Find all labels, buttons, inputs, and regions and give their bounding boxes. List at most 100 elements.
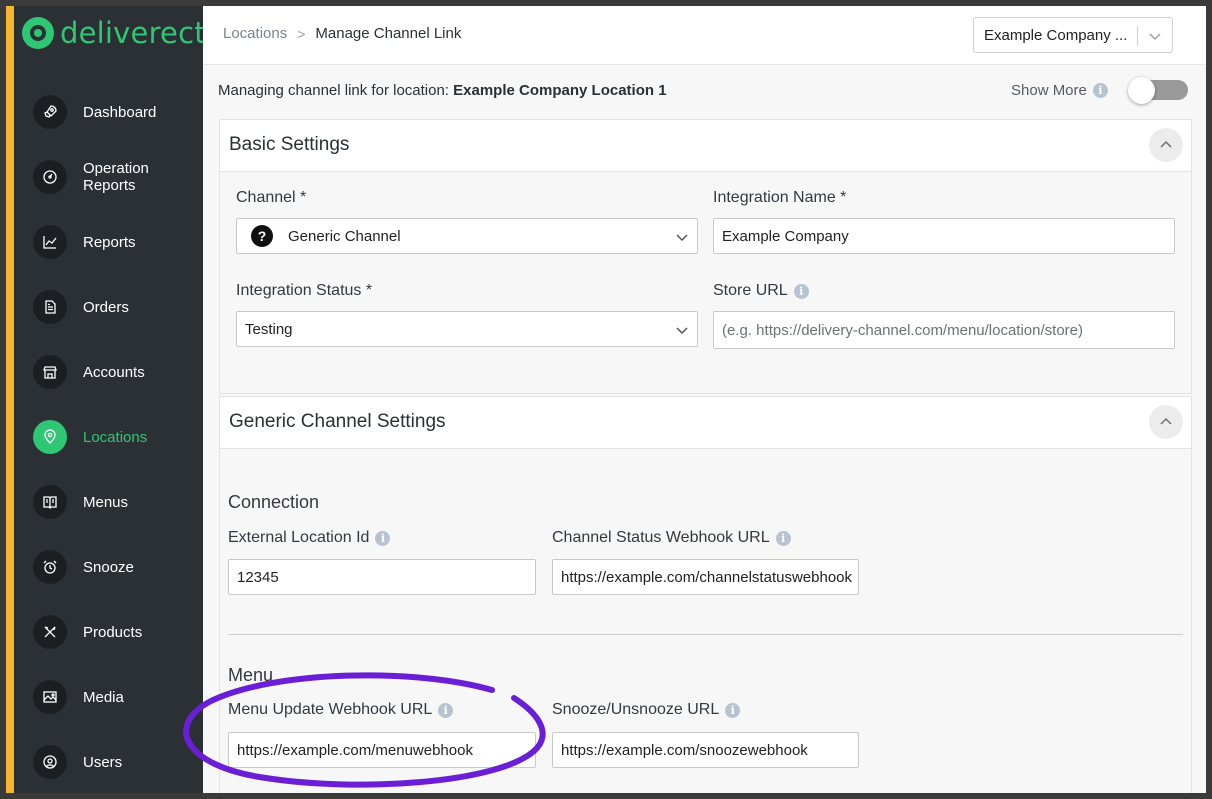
menu-update-webhook-label: Menu Update Webhook URL i	[228, 701, 454, 719]
generic-settings-header[interactable]: Generic Channel Settings	[220, 397, 1191, 449]
sidebar-item-locations[interactable]: Locations	[33, 420, 198, 454]
external-location-id-value: 12345	[237, 568, 279, 586]
show-more-label: Show More	[1011, 82, 1087, 99]
sidebar-item-label: Products	[83, 623, 143, 641]
info-icon[interactable]: i	[725, 702, 741, 718]
channel-status-webhook-value: https://example.com/channelstatuswebhook	[561, 568, 852, 586]
sidebar-item-label: Users	[83, 753, 123, 771]
chevron-down-icon	[676, 327, 688, 335]
select-divider	[1137, 26, 1138, 46]
channel-status-webhook-label: Channel Status Webhook URL i	[552, 529, 791, 547]
card-title: Basic Settings	[229, 134, 350, 155]
store-url-placeholder: (e.g. https://delivery-channel.com/menu/…	[722, 321, 1084, 339]
sidebar-item-label: Locations	[83, 428, 148, 446]
toggle-knob	[1128, 77, 1155, 104]
sidebar: deliverect Dashboard Operation Reports R…	[6, 6, 206, 793]
integration-status-label: Integration Status *	[236, 282, 372, 300]
company-select[interactable]: Example Company ...	[973, 17, 1173, 53]
sidebar-item-label: Reports	[83, 233, 136, 251]
integration-name-input[interactable]: Example Company	[713, 218, 1175, 254]
external-location-id-label-text: External Location Id	[228, 529, 370, 546]
alarm-clock-icon	[33, 550, 67, 584]
card-title: Generic Channel Settings	[229, 411, 446, 432]
channel-value: Generic Channel	[288, 227, 401, 245]
menu-update-webhook-label-text: Menu Update Webhook URL	[228, 701, 433, 718]
info-icon[interactable]: i	[1092, 83, 1108, 98]
brand-name: deliverect	[60, 16, 206, 50]
user-circle-icon	[33, 745, 67, 779]
store-url-input[interactable]: (e.g. https://delivery-channel.com/menu/…	[713, 311, 1175, 349]
sidebar-item-media[interactable]: Media	[33, 680, 198, 714]
show-more: Show More i	[1011, 82, 1108, 99]
collapse-button[interactable]	[1149, 128, 1183, 162]
sidebar-item-snooze[interactable]: Snooze	[33, 550, 198, 584]
sidebar-item-label: Menus	[83, 493, 129, 511]
gauge-icon	[33, 160, 67, 194]
utensils-icon	[33, 615, 67, 649]
info-icon[interactable]: i	[793, 283, 809, 299]
sidebar-item-menus[interactable]: Menus	[33, 485, 198, 519]
chart-line-icon	[33, 225, 67, 259]
managing-location-text: Managing channel link for location: Exam…	[218, 82, 667, 99]
brand-logo[interactable]: deliverect	[22, 16, 206, 50]
page-title: Manage Channel Link	[315, 25, 462, 42]
location-pin-icon	[33, 420, 67, 454]
channel-status-webhook-label-text: Channel Status Webhook URL	[552, 529, 770, 546]
location-name: Example Company Location 1	[453, 82, 667, 99]
snooze-url-input[interactable]: https://example.com/snoozewebhook	[552, 732, 859, 768]
collapse-button[interactable]	[1149, 405, 1183, 439]
sidebar-item-label: Operation Reports	[83, 160, 149, 194]
integration-name-label: Integration Name *	[713, 189, 846, 207]
menu-update-webhook-input[interactable]: https://example.com/menuwebhook	[228, 732, 536, 768]
sidebar-item-orders[interactable]: Orders	[33, 290, 198, 324]
sidebar-item-users[interactable]: Users	[33, 745, 198, 779]
deliverect-logo-icon	[22, 17, 54, 49]
section-divider	[228, 634, 1183, 635]
snooze-url-label: Snooze/Unsnooze URL i	[552, 701, 741, 719]
sidebar-item-accounts[interactable]: Accounts	[33, 355, 198, 389]
info-icon[interactable]: i	[438, 702, 454, 718]
breadcrumb: Locations > Manage Channel Link	[223, 25, 461, 42]
integration-status-select[interactable]: Testing	[236, 311, 698, 347]
integration-name-label-text: Integration Name *	[713, 189, 847, 206]
info-icon[interactable]: i	[775, 530, 791, 546]
sidebar-item-products[interactable]: Products	[33, 615, 198, 649]
channel-label-text: Channel *	[236, 189, 307, 206]
show-more-toggle[interactable]	[1128, 77, 1190, 104]
managing-prefix: Managing channel link for location:	[218, 82, 449, 99]
chevron-up-icon	[1160, 140, 1172, 148]
sidebar-item-label: Snooze	[83, 558, 134, 576]
chevron-down-icon	[676, 234, 688, 242]
sidebar-item-operation-reports[interactable]: Operation Reports	[33, 160, 198, 194]
sidebar-item-reports[interactable]: Reports	[33, 225, 198, 259]
info-icon[interactable]: i	[375, 530, 391, 546]
basic-settings-header[interactable]: Basic Settings	[220, 120, 1191, 172]
menu-update-webhook-value: https://example.com/menuwebhook	[237, 741, 473, 759]
channel-label: Channel *	[236, 189, 306, 207]
integration-status-label-text: Integration Status *	[236, 282, 373, 299]
snooze-url-value: https://example.com/snoozewebhook	[561, 741, 808, 759]
store-url-label-text: Store URL	[713, 282, 788, 299]
integration-name-value: Example Company	[722, 227, 849, 245]
breadcrumb-link-locations[interactable]: Locations	[223, 25, 287, 42]
image-icon	[33, 680, 67, 714]
sidebar-item-label: Accounts	[83, 363, 145, 381]
sidebar-accent-stripe	[6, 6, 14, 793]
channel-select[interactable]: ? Generic Channel	[236, 218, 698, 254]
app-window: deliverect Dashboard Operation Reports R…	[6, 6, 1206, 793]
sidebar-item-label: Orders	[83, 298, 129, 316]
external-location-id-label: External Location Id i	[228, 529, 391, 547]
sidebar-item-label: Dashboard	[83, 103, 157, 121]
sidebar-item-label: Media	[83, 688, 124, 706]
store-url-label: Store URL i	[713, 282, 809, 300]
store-icon	[33, 355, 67, 389]
sidebar-item-dashboard[interactable]: Dashboard	[33, 95, 198, 129]
rocket-icon	[33, 95, 67, 129]
topbar: Locations > Manage Channel Link Example …	[203, 6, 1206, 65]
chevron-down-icon	[1149, 33, 1161, 41]
menu-heading: Menu	[228, 665, 274, 685]
connection-heading: Connection	[228, 492, 320, 512]
channel-status-webhook-input[interactable]: https://example.com/channelstatuswebhook	[552, 559, 859, 595]
company-select-value: Example Company ...	[984, 27, 1128, 44]
external-location-id-input[interactable]: 12345	[228, 559, 536, 595]
